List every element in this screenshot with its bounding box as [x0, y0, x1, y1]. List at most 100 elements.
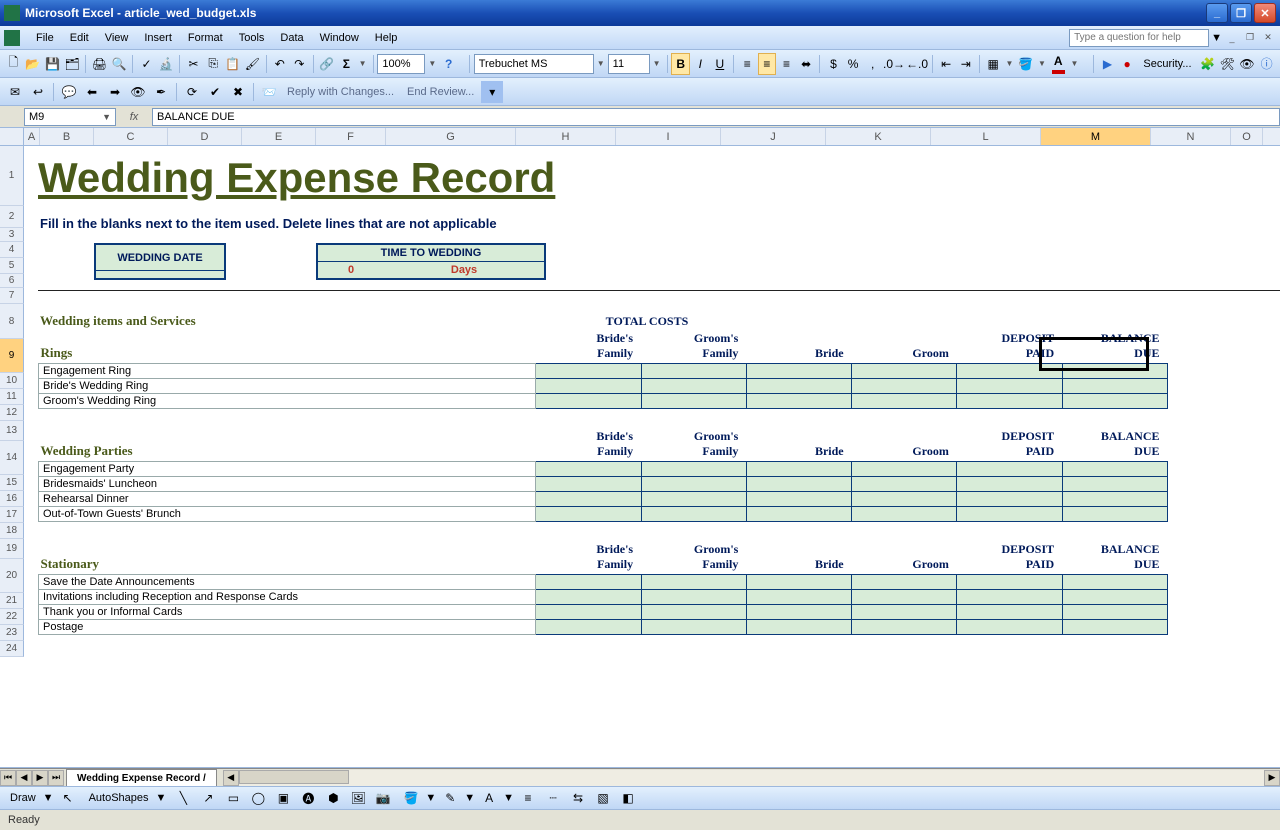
table-row[interactable]: Postage: [39, 620, 1168, 635]
cell-input[interactable]: [641, 590, 746, 605]
cell-input[interactable]: [536, 394, 641, 409]
doc-restore-button[interactable]: ❐: [1242, 31, 1258, 45]
permission-icon[interactable]: 🗂: [63, 53, 82, 75]
align-right-icon[interactable]: ≡: [777, 53, 796, 75]
tab-prev-icon[interactable]: ◀: [16, 770, 32, 786]
table-row[interactable]: Out-of-Town Guests' Brunch: [39, 507, 1168, 522]
cell-input[interactable]: [536, 575, 641, 590]
select-objects-icon[interactable]: ↖: [57, 787, 79, 809]
cell-input[interactable]: [957, 394, 1062, 409]
row-header-18[interactable]: 18: [0, 523, 24, 539]
borders-icon[interactable]: ▦: [984, 53, 1003, 75]
zoom-combo[interactable]: [377, 54, 425, 74]
mail-icon[interactable]: ✉: [4, 81, 26, 103]
increase-decimal-icon[interactable]: .0→: [883, 53, 905, 75]
cell-input[interactable]: [746, 605, 851, 620]
item-label[interactable]: Postage: [39, 620, 536, 635]
name-dropdown-icon[interactable]: ▼: [102, 112, 111, 122]
table-row[interactable]: Thank you or Informal Cards: [39, 605, 1168, 620]
menu-help[interactable]: Help: [367, 29, 406, 47]
cell-input[interactable]: [852, 507, 957, 522]
cell-input[interactable]: [746, 492, 851, 507]
hyperlink-icon[interactable]: 🔗: [317, 53, 336, 75]
cell-input[interactable]: [1062, 394, 1167, 409]
info-icon[interactable]: ⓘ: [1257, 53, 1276, 75]
tab-next-icon[interactable]: ▶: [32, 770, 48, 786]
col-header-O[interactable]: O: [1231, 128, 1263, 145]
cell-input[interactable]: [746, 394, 851, 409]
cell-input[interactable]: [1062, 575, 1167, 590]
col-header-F[interactable]: F: [316, 128, 386, 145]
accept-icon[interactable]: ✔: [204, 81, 226, 103]
cut-icon[interactable]: ✂: [184, 53, 203, 75]
picture-icon[interactable]: 📷: [372, 787, 394, 809]
item-label[interactable]: Rehearsal Dinner: [39, 492, 536, 507]
align-left-icon[interactable]: ≡: [738, 53, 757, 75]
reject-icon[interactable]: ✖: [227, 81, 249, 103]
font-combo[interactable]: [474, 54, 594, 74]
oval-icon[interactable]: ◯: [247, 787, 269, 809]
doc-close-button[interactable]: ✕: [1260, 31, 1276, 45]
font-color-draw-icon[interactable]: A: [478, 787, 500, 809]
reply-all-icon[interactable]: ↩: [27, 81, 49, 103]
menu-tools[interactable]: Tools: [231, 29, 273, 47]
cell-input[interactable]: [957, 477, 1062, 492]
fill-dropdown-icon[interactable]: ▼: [1036, 59, 1048, 68]
cell-input[interactable]: [536, 605, 641, 620]
cell-input[interactable]: [536, 590, 641, 605]
col-header-N[interactable]: N: [1151, 128, 1231, 145]
col-header-I[interactable]: I: [616, 128, 721, 145]
row-header-22[interactable]: 22: [0, 609, 24, 625]
controls-icon[interactable]: 👁: [1238, 53, 1257, 75]
table-row[interactable]: Groom's Wedding Ring: [39, 394, 1168, 409]
cell-input[interactable]: [536, 507, 641, 522]
cell-input[interactable]: [852, 394, 957, 409]
comment-new-icon[interactable]: 💬: [58, 81, 80, 103]
row-header-6[interactable]: 6: [0, 274, 24, 288]
row-header-23[interactable]: 23: [0, 625, 24, 641]
cell-input[interactable]: [746, 507, 851, 522]
font-color-icon[interactable]: A: [1049, 53, 1068, 75]
wedding-date-box[interactable]: WEDDING DATE: [94, 243, 226, 280]
cell-input[interactable]: [641, 492, 746, 507]
cell-input[interactable]: [536, 620, 641, 635]
cell-input[interactable]: [957, 605, 1062, 620]
col-header-M[interactable]: M: [1041, 128, 1151, 145]
menu-window[interactable]: Window: [312, 29, 367, 47]
textbox-icon[interactable]: ▣: [272, 787, 294, 809]
cell-input[interactable]: [957, 575, 1062, 590]
cell-input[interactable]: [1062, 507, 1167, 522]
borders-dropdown-icon[interactable]: ▼: [1003, 59, 1015, 68]
open-icon[interactable]: 📂: [24, 53, 43, 75]
row-header-2[interactable]: 2: [0, 206, 24, 228]
scroll-thumb[interactable]: [239, 770, 349, 784]
arrow-style-icon[interactable]: ⇆: [567, 787, 589, 809]
cell-input[interactable]: [852, 364, 957, 379]
line-color-icon[interactable]: ✎: [439, 787, 461, 809]
col-header-L[interactable]: L: [931, 128, 1041, 145]
time-to-wedding-box[interactable]: TIME TO WEDDING 0 Days: [316, 243, 546, 280]
formula-input[interactable]: [152, 108, 1280, 126]
preview-icon[interactable]: 🔍: [110, 53, 129, 75]
horizontal-scrollbar[interactable]: ◀ ▶: [223, 770, 1280, 786]
cell-input[interactable]: [1062, 364, 1167, 379]
currency-icon[interactable]: $: [824, 53, 843, 75]
bold-button[interactable]: B: [671, 53, 690, 75]
save-icon[interactable]: 💾: [43, 53, 62, 75]
row-header-7[interactable]: 7: [0, 288, 24, 304]
reply-changes-button[interactable]: Reply with Changes...: [281, 86, 400, 98]
menu-format[interactable]: Format: [180, 29, 231, 47]
diagram-icon[interactable]: ⬢: [322, 787, 344, 809]
autoshapes-dropdown-icon[interactable]: ▼: [156, 792, 167, 804]
cell-input[interactable]: [1062, 620, 1167, 635]
item-label[interactable]: Thank you or Informal Cards: [39, 605, 536, 620]
col-header-D[interactable]: D: [168, 128, 242, 145]
table-row[interactable]: Save the Date Announcements: [39, 575, 1168, 590]
cell-input[interactable]: [852, 590, 957, 605]
menu-file[interactable]: File: [28, 29, 62, 47]
item-label[interactable]: Bride's Wedding Ring: [39, 379, 536, 394]
col-header-C[interactable]: C: [94, 128, 168, 145]
paste-icon[interactable]: 📋: [223, 53, 242, 75]
scroll-left-icon[interactable]: ◀: [223, 770, 239, 786]
item-label[interactable]: Bridesmaids' Luncheon: [39, 477, 536, 492]
